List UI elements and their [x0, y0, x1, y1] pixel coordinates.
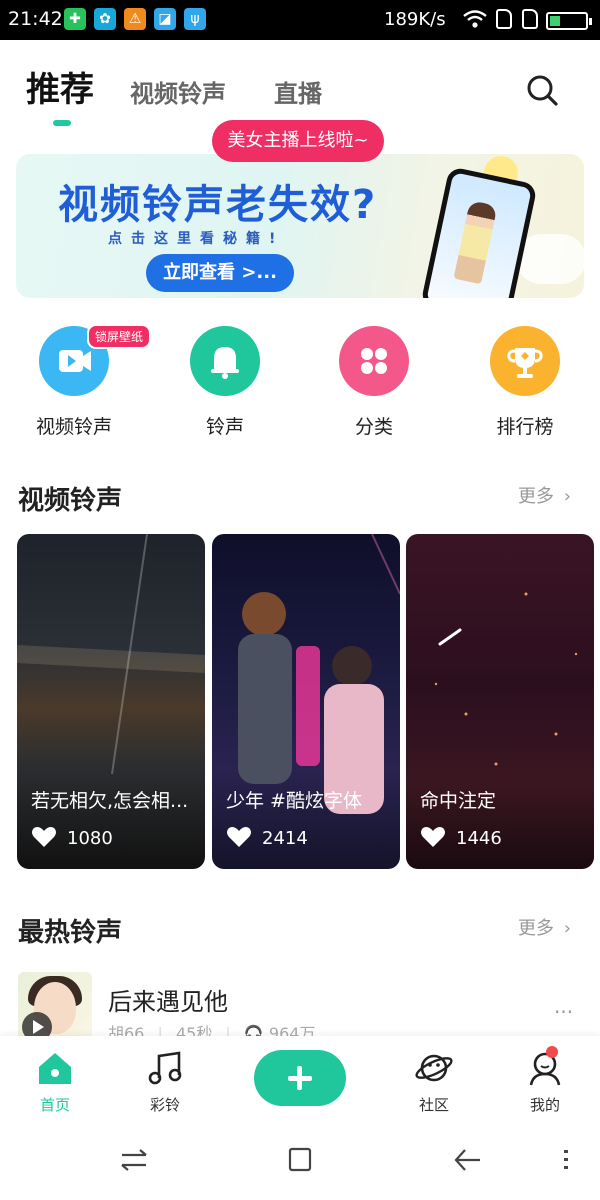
- phone-illustration: [420, 166, 538, 298]
- bell-icon: [190, 326, 260, 396]
- switch-apps-icon[interactable]: [118, 1146, 150, 1174]
- network-speed: 189K/s: [384, 9, 446, 30]
- entry-label: 铃声: [205, 416, 244, 438]
- more-options-icon[interactable]: ···: [554, 1000, 573, 1024]
- tab-video-ringtone[interactable]: 视频铃声: [130, 74, 226, 109]
- app-map-icon: ◪: [154, 8, 176, 30]
- tab-live[interactable]: 直播: [274, 74, 322, 109]
- signal-icon: [496, 9, 512, 29]
- video-section-title: 视频铃声: [18, 486, 123, 516]
- system-nav-bar: [0, 1122, 600, 1200]
- grid-icon: [339, 326, 409, 396]
- bottom-nav: 首页 彩铃 社区 我的: [0, 1036, 600, 1122]
- battery-icon: [546, 12, 592, 30]
- banner-view-button[interactable]: 立即查看 >...: [146, 254, 294, 292]
- nav-ringback[interactable]: 彩铃: [125, 1050, 205, 1115]
- entry-label: 排行榜: [496, 416, 554, 438]
- nav-community[interactable]: 社区: [394, 1050, 474, 1115]
- search-icon[interactable]: [522, 70, 562, 110]
- heart-icon: [227, 827, 251, 847]
- entry-category[interactable]: 分类: [304, 326, 444, 439]
- video-card[interactable]: 命中注定 1446: [406, 534, 594, 869]
- heart-icon: [32, 827, 56, 847]
- app-green-icon: ✚: [64, 8, 86, 30]
- wifi-icon: [462, 9, 488, 34]
- video-title: 少年 #酷炫字体: [226, 790, 362, 812]
- entry-ranking[interactable]: 排行榜: [455, 326, 595, 439]
- entry-ringtone[interactable]: 铃声: [155, 326, 295, 439]
- signal-icon: [522, 9, 538, 29]
- active-tab-indicator: [53, 120, 71, 126]
- chevron-right-icon: ›: [563, 486, 571, 507]
- status-bar: 21:42 ✚ ✿ ⚠ ◪ ψ 189K/s: [0, 0, 600, 40]
- app-teal-icon: ✿: [94, 8, 116, 30]
- back-icon[interactable]: [452, 1146, 482, 1174]
- home-square-icon[interactable]: [286, 1146, 314, 1174]
- video-section-more[interactable]: 更多 ›: [518, 482, 571, 508]
- menu-icon[interactable]: [560, 1148, 572, 1172]
- music-note-icon: [148, 1051, 182, 1085]
- home-icon: [39, 1053, 71, 1084]
- banner-subtitle: 点击这里看秘籍!: [108, 231, 285, 247]
- tab-recommend[interactable]: 推荐: [26, 62, 94, 111]
- hot-section-more[interactable]: 更多 ›: [518, 914, 571, 940]
- chevron-right-icon: ›: [563, 918, 571, 939]
- like-count: 1446: [420, 826, 502, 849]
- hot-section-title: 最热铃声: [18, 918, 123, 948]
- song-thumbnail[interactable]: [18, 972, 92, 1046]
- like-count: 1080: [31, 826, 113, 849]
- song-title[interactable]: 后来遇见他: [108, 982, 228, 1017]
- warning-icon: ⚠: [124, 8, 146, 30]
- trophy-icon: [490, 326, 560, 396]
- profile-icon: [529, 1052, 561, 1086]
- video-title: 命中注定: [420, 790, 497, 812]
- heart-icon: [421, 827, 445, 847]
- entry-label: 视频铃声: [35, 416, 112, 438]
- nav-mine[interactable]: 我的: [505, 1050, 585, 1115]
- promo-banner[interactable]: 视频铃声老失效? 点击这里看秘籍! 立即查看 >...: [16, 154, 584, 298]
- like-count: 2414: [226, 826, 308, 849]
- entry-label: 分类: [354, 416, 393, 438]
- video-title: 若无相欠,怎会相...: [31, 790, 189, 812]
- video-card[interactable]: 若无相欠,怎会相... 1080: [17, 534, 205, 869]
- video-play-icon: 锁屏壁纸: [39, 324, 152, 396]
- planet-icon: [415, 1054, 453, 1082]
- nav-home[interactable]: 首页: [15, 1050, 95, 1115]
- add-button[interactable]: [254, 1050, 346, 1106]
- banner-title: 视频铃声老失效?: [58, 182, 378, 228]
- live-promo-pill[interactable]: 美女主播上线啦~: [212, 120, 384, 162]
- lockscreen-badge: 锁屏壁纸: [87, 324, 152, 349]
- video-card[interactable]: 少年 #酷炫字体 2414: [212, 534, 400, 869]
- entry-video-ringtone[interactable]: 锁屏壁纸 视频铃声: [4, 324, 152, 439]
- status-time: 21:42: [8, 8, 63, 30]
- usb-icon: ψ: [184, 8, 206, 30]
- notification-dot: [546, 1046, 558, 1058]
